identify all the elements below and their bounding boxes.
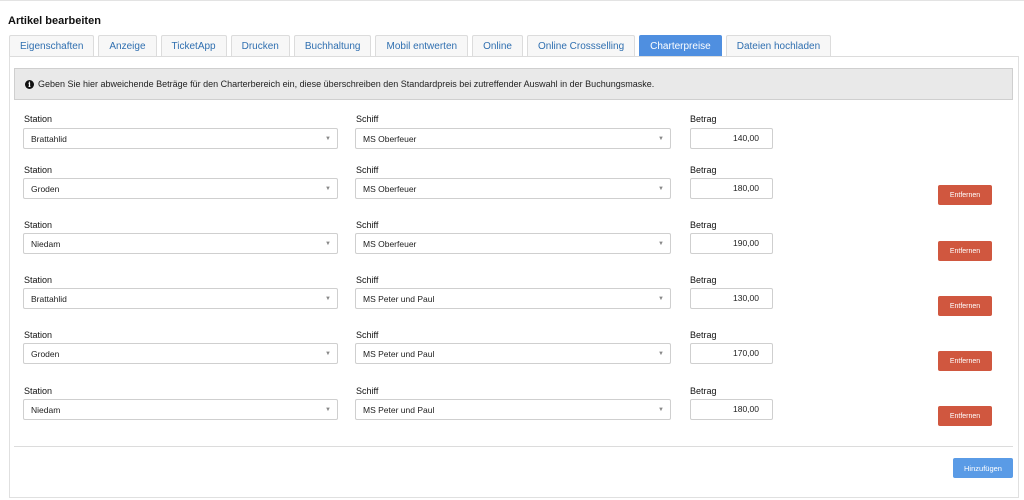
add-button[interactable]: Hinzufügen: [953, 458, 1013, 478]
chevron-down-icon: ▼: [325, 241, 331, 247]
station-select[interactable]: Brattahlid ▼: [23, 128, 338, 149]
schiff-label: Schiff: [356, 330, 379, 340]
betrag-input[interactable]: 130,00: [690, 288, 773, 309]
betrag-label: Betrag: [690, 275, 717, 285]
chevron-down-icon: ▼: [325, 407, 331, 413]
station-select[interactable]: Brattahlid ▼: [23, 288, 338, 309]
schiff-label: Schiff: [356, 165, 379, 175]
tab-ticketapp[interactable]: TicketApp: [160, 35, 227, 57]
tab-online-crossselling[interactable]: Online Crossselling: [526, 35, 636, 57]
schiff-value: MS Peter und Paul: [363, 348, 435, 359]
betrag-input[interactable]: 180,00: [690, 399, 773, 420]
station-value: Brattahlid: [31, 293, 67, 304]
betrag-label: Betrag: [690, 165, 717, 175]
schiff-value: MS Oberfeuer: [363, 133, 417, 144]
station-select[interactable]: Groden ▼: [23, 343, 338, 364]
station-select[interactable]: Niedam ▼: [23, 233, 338, 254]
charter-price-row: Station Groden ▼ Schiff MS Peter und Pau…: [0, 328, 1024, 376]
remove-button[interactable]: Entfernen: [938, 351, 992, 371]
info-alert: i Geben Sie hier abweichende Beträge für…: [14, 68, 1013, 100]
info-text: Geben Sie hier abweichende Beträge für d…: [38, 79, 655, 89]
tab-dateien-hochladen[interactable]: Dateien hochladen: [725, 35, 832, 57]
schiff-select[interactable]: MS Peter und Paul ▼: [355, 288, 671, 309]
schiff-value: MS Oberfeuer: [363, 183, 417, 194]
remove-button[interactable]: Entfernen: [938, 241, 992, 261]
betrag-label: Betrag: [690, 386, 717, 396]
betrag-input[interactable]: 190,00: [690, 233, 773, 254]
tab-drucken[interactable]: Drucken: [230, 35, 290, 57]
remove-button[interactable]: Entfernen: [938, 296, 992, 316]
schiff-select[interactable]: MS Oberfeuer ▼: [355, 233, 671, 254]
chevron-down-icon: ▼: [658, 351, 664, 357]
schiff-label: Schiff: [356, 275, 379, 285]
remove-button[interactable]: Entfernen: [938, 406, 992, 426]
station-value: Groden: [31, 348, 60, 359]
schiff-select[interactable]: MS Peter und Paul ▼: [355, 399, 671, 420]
schiff-select[interactable]: MS Oberfeuer ▼: [355, 128, 671, 149]
charter-price-row: Station Brattahlid ▼ Schiff MS Oberfeuer…: [0, 112, 1024, 160]
charter-price-row: Station Niedam ▼ Schiff MS Oberfeuer ▼ B…: [0, 218, 1024, 266]
chevron-down-icon: ▼: [658, 296, 664, 302]
chevron-down-icon: ▼: [325, 296, 331, 302]
tab-mobil-entwerten[interactable]: Mobil entwerten: [375, 35, 469, 57]
tab-bar: Eigenschaften Anzeige TicketApp Drucken …: [9, 35, 835, 57]
station-label: Station: [24, 330, 53, 340]
tab-buchhaltung[interactable]: Buchhaltung: [293, 35, 372, 57]
station-label: Station: [24, 114, 53, 124]
tab-anzeige[interactable]: Anzeige: [98, 35, 157, 57]
schiff-select[interactable]: MS Peter und Paul ▼: [355, 343, 671, 364]
station-select[interactable]: Niedam ▼: [23, 399, 338, 420]
station-label: Station: [24, 165, 53, 175]
station-select[interactable]: Groden ▼: [23, 178, 338, 199]
charter-price-row: Station Groden ▼ Schiff MS Oberfeuer ▼ B…: [0, 163, 1024, 211]
chevron-down-icon: ▼: [658, 407, 664, 413]
chevron-down-icon: ▼: [658, 186, 664, 192]
betrag-label: Betrag: [690, 114, 717, 124]
station-value: Groden: [31, 183, 60, 194]
station-value: Niedam: [31, 238, 61, 249]
divider: [14, 446, 1013, 447]
tab-eigenschaften[interactable]: Eigenschaften: [9, 35, 95, 57]
chevron-down-icon: ▼: [658, 241, 664, 247]
station-label: Station: [24, 275, 53, 285]
station-label: Station: [24, 386, 53, 396]
tab-charterpreise[interactable]: Charterpreise: [639, 35, 722, 57]
schiff-value: MS Oberfeuer: [363, 238, 417, 249]
station-label: Station: [24, 220, 53, 230]
schiff-value: MS Peter und Paul: [363, 293, 435, 304]
schiff-label: Schiff: [356, 220, 379, 230]
schiff-label: Schiff: [356, 386, 379, 396]
schiff-label: Schiff: [356, 114, 379, 124]
station-value: Brattahlid: [31, 133, 67, 144]
schiff-value: MS Peter und Paul: [363, 404, 435, 415]
betrag-input[interactable]: 180,00: [690, 178, 773, 199]
betrag-input[interactable]: 170,00: [690, 343, 773, 364]
schiff-select[interactable]: MS Oberfeuer ▼: [355, 178, 671, 199]
betrag-label: Betrag: [690, 220, 717, 230]
info-icon: i: [25, 79, 34, 89]
betrag-input[interactable]: 140,00: [690, 128, 773, 149]
chevron-down-icon: ▼: [325, 186, 331, 192]
remove-button[interactable]: Entfernen: [938, 185, 992, 205]
page-title: Artikel bearbeiten: [8, 15, 101, 27]
chevron-down-icon: ▼: [325, 351, 331, 357]
charter-price-row: Station Niedam ▼ Schiff MS Peter und Pau…: [0, 384, 1024, 432]
chevron-down-icon: ▼: [658, 136, 664, 142]
top-border: [0, 0, 1024, 2]
charter-price-row: Station Brattahlid ▼ Schiff MS Peter und…: [0, 273, 1024, 321]
chevron-down-icon: ▼: [325, 136, 331, 142]
station-value: Niedam: [31, 404, 61, 415]
tab-online[interactable]: Online: [472, 35, 523, 57]
betrag-label: Betrag: [690, 330, 717, 340]
